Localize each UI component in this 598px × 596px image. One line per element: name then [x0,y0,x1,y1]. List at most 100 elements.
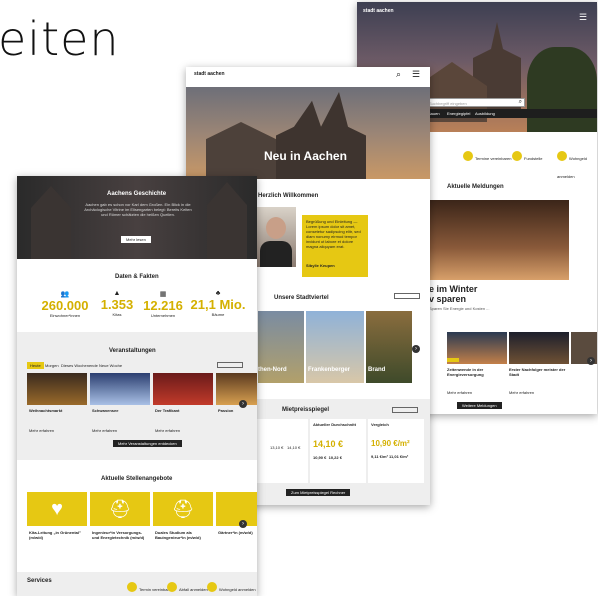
event-image-3 [153,373,213,405]
menu-icon[interactable]: ☰ [579,12,587,23]
job-card-2[interactable]: ⛑ [90,492,150,526]
job-card-1[interactable]: ♥ [27,492,87,526]
building-icon: ▦ [159,291,167,298]
rent-calc-button[interactable] [392,407,418,413]
kita-icon: ▲ [113,290,121,297]
nav-bar: Bauen Energiegipfel Ausbildung [425,109,597,118]
jobs-title: Aktuelle Stellenangebote [101,476,173,482]
service-tabs: Termine vereinbaren Fundstelle Wohngeld … [457,147,597,179]
news-text: Sparen Sie Energie und Kosten ... [429,306,490,311]
heading-fragment: eiten [0,12,120,66]
district-label-2[interactable]: Frankenberger [308,367,350,373]
tab-termine[interactable]: Termine vereinbaren [475,156,511,161]
mayor-portrait [256,207,296,267]
districts-more-button[interactable] [394,293,420,299]
tab-wochenende[interactable]: Dieses Wochenende [61,363,98,368]
tab-heute[interactable]: Heute [27,362,44,369]
event-title-1[interactable]: Weihnachtsmarkt [29,408,62,413]
job-title-4[interactable]: Gärtner*in (m/w/d) [218,530,256,535]
search-icon[interactable] [512,150,522,161]
news-title-2[interactable]: Erster Nachfolger meister der Stadt [509,367,569,377]
job-card-3[interactable]: ⛑ [153,492,213,526]
carousel-next-icon[interactable]: › [412,345,420,353]
event-link-2[interactable]: Mehr erfahren [92,428,117,433]
district-label-3[interactable]: Brand [368,367,385,373]
nav-energiegipfel[interactable]: Energiegipfel [447,111,470,116]
event-image-2 [90,373,150,405]
event-title-2[interactable]: Schwanensee [92,408,118,413]
home-icon[interactable] [557,150,567,161]
fact-1: 👥 260.000 Einwohner*innen [39,290,91,318]
fact-3: ▦ 12.216 Unternehmen [141,290,185,318]
home-icon [207,581,217,592]
page-screenshot-city-info: Aachens Geschichte Aachen gab es schon v… [17,176,257,596]
job-title-2[interactable]: Ingenieur*in Versorgungs- und Energietec… [92,530,150,540]
district-label-1[interactable]: then-Nord [258,367,287,373]
more-news-button[interactable]: Weitere Meldungen [457,402,502,409]
rent-chart-card [256,419,308,483]
services-title: Services [27,578,52,584]
helmet-icon: ⛑ [108,499,132,519]
logo[interactable]: stadt aachen [194,71,225,77]
helmet-icon: ⛑ [171,499,195,519]
news-link-1[interactable]: Mehr erfahren [447,390,472,395]
facts-title: Daten & Fakten [115,274,159,280]
people-icon: 👥 [60,291,70,298]
nav-ausbildung[interactable]: Ausbildung [475,111,495,116]
event-link-3[interactable]: Mehr erfahren [155,428,180,433]
headline-line-2: v sparen [429,294,467,304]
history-text: Aachen gab es schon vor Karl dem Großen.… [84,202,192,217]
calendar-button[interactable] [217,362,243,368]
history-hero [17,176,257,259]
news-link-2[interactable]: Mehr erfahren [509,390,534,395]
tab-morgen[interactable]: Morgen [45,363,59,368]
headline-line-1: e im Winter [429,284,478,294]
event-title-4[interactable]: Passion [218,408,233,413]
tab-neue-woche[interactable]: Neue Woche [99,363,122,368]
event-title-3[interactable]: Der Trafikant [155,408,179,413]
headline: e im Winter v sparen [429,284,477,304]
service-wohngeld[interactable]: Wohngeld anmelden [207,578,256,596]
news-title-1[interactable]: Zeitenwende in der Energieversorgung [447,367,507,377]
event-image-4 [216,373,257,405]
hero-title: Neu in Aachen [264,149,347,163]
search-icon[interactable]: ⌕ [519,99,522,106]
event-link-1[interactable]: Mehr erfahren [29,428,54,433]
job-card-4[interactable] [216,492,257,526]
hero-image [186,87,430,179]
service-abfall[interactable]: Abfall anmelden [167,578,208,596]
rent-card-1: Aktueller Durchschnitt 14,10 € 10,90 € 1… [310,419,366,483]
more-events-button[interactable]: Mehr Veranstaltungen entdecken [113,440,182,447]
fact-4: ♣ 21,1 Mio. Bäume [190,290,246,317]
heart-icon: ♥ [51,498,63,520]
rent-calculator-button[interactable]: Zum Mietpreisspiegel Rechner [286,489,351,496]
carousel-next-icon[interactable]: › [239,400,247,408]
calendar-icon [127,581,137,592]
trash-icon [167,581,177,592]
signature: Sibylle Keupen [306,263,335,268]
menu-icon[interactable]: ☰ [412,69,420,80]
carousel-next-icon[interactable]: › [239,520,247,528]
chart-label-2: 14,10 € [287,445,301,450]
job-title-1[interactable]: Kita-Leitung „in Grünental" (m/w/d) [29,530,85,540]
logo[interactable]: stadt aachen [363,8,394,14]
search-input[interactable]: Suchbegriff eingeben [429,101,467,106]
tree-icon: ♣ [215,290,221,297]
section-title: Aktuelle Meldungen [447,184,504,190]
chart-label-1: 13,10 € [270,445,284,450]
calendar-icon[interactable] [463,150,473,161]
event-image-1 [27,373,87,405]
fact-2: ▲ 1.353 Kitas [97,290,137,317]
search-icon[interactable]: ⌕ [396,69,401,80]
news-image-2 [509,332,569,364]
history-title: Aachens Geschichte [107,191,167,197]
carousel-next-icon[interactable]: › [587,357,595,365]
tab-fund[interactable]: Fundstelle [524,156,542,161]
interior-image [429,200,569,280]
welcome-title: Herzlich Willkommen [258,193,319,199]
history-read-button[interactable]: Mehr lesen [121,236,151,243]
events-title: Veranstaltungen [109,348,156,354]
rent-card-2: Vergleich 10,90 €/m² 9,11 €/m² 11,01 €/m… [368,419,424,483]
job-title-3[interactable]: Duales Studium als Bauingenieur*in (m/w/… [155,530,211,540]
search-bar[interactable]: Suchbegriff eingeben ⌕ [425,98,525,107]
